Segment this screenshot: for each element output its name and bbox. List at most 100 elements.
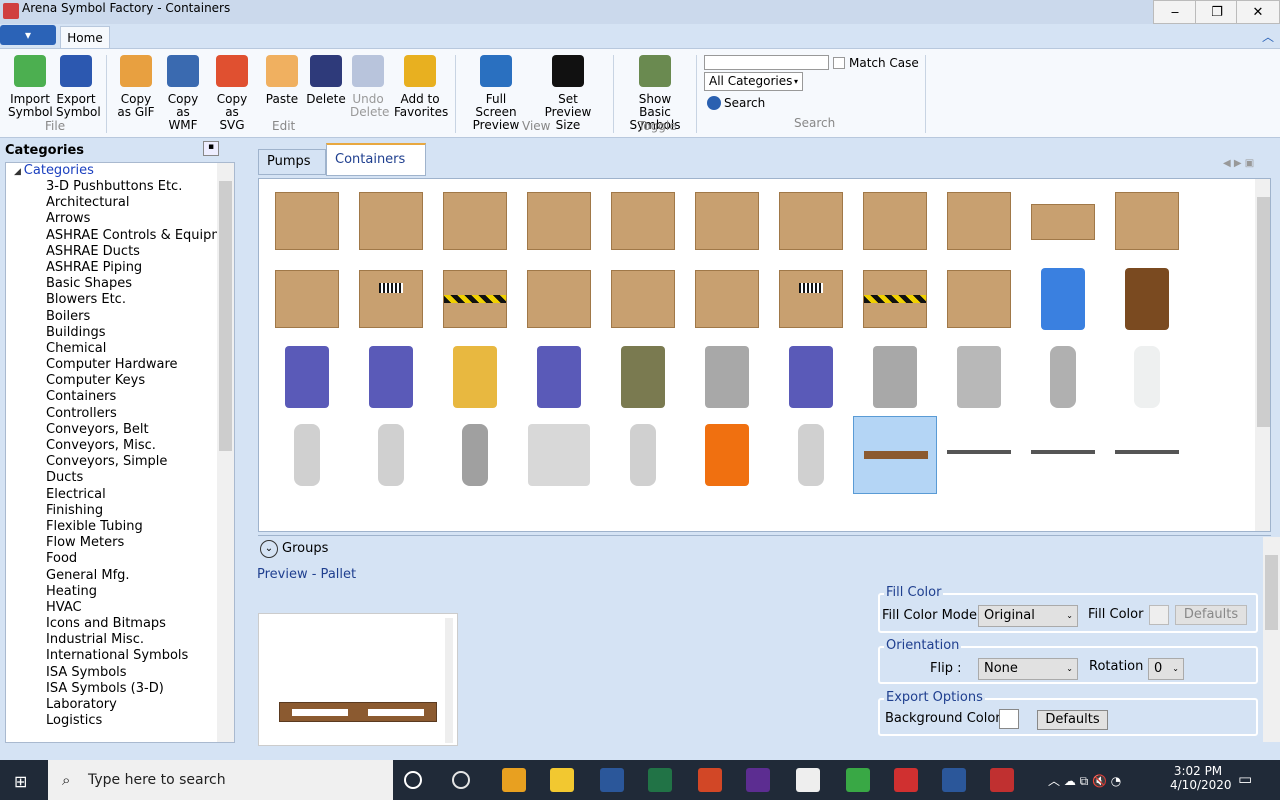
symbol-bottle[interactable] bbox=[349, 416, 433, 494]
sidebar-item[interactable]: ASHRAE Piping bbox=[6, 260, 234, 276]
symbol-box-open[interactable] bbox=[937, 260, 1021, 338]
symbol-box-flat[interactable] bbox=[1021, 182, 1105, 260]
symbol-gray-barrel[interactable] bbox=[853, 338, 937, 416]
sidebar-item[interactable]: Conveyors, Simple bbox=[6, 454, 234, 470]
symbol-box[interactable] bbox=[601, 260, 685, 338]
symbol-box[interactable] bbox=[433, 182, 517, 260]
taskbar-search[interactable]: ⌕ Type here to search bbox=[48, 760, 393, 800]
symbol-gray-barrel[interactable] bbox=[685, 338, 769, 416]
symbol-blue-barrel[interactable] bbox=[517, 338, 601, 416]
sidebar-item[interactable]: Conveyors, Misc. bbox=[6, 438, 234, 454]
sidebar-item[interactable]: 3-D Pushbuttons Etc. bbox=[6, 179, 234, 195]
ribbon-button-5[interactable]: Paste bbox=[262, 55, 302, 106]
sidebar-item[interactable]: Flow Meters bbox=[6, 535, 234, 551]
taskbar-app-icon[interactable] bbox=[600, 768, 624, 792]
minimize-button[interactable]: ‒ bbox=[1153, 0, 1197, 24]
export-defaults-button[interactable]: Defaults bbox=[1037, 710, 1108, 730]
sidebar-item[interactable]: Industrial Misc. bbox=[6, 632, 234, 648]
symbol-crate[interactable] bbox=[265, 182, 349, 260]
sidebar-item[interactable]: Arrows bbox=[6, 211, 234, 227]
symbol-rack[interactable] bbox=[1021, 416, 1105, 494]
sidebar-item[interactable]: Architectural bbox=[6, 195, 234, 211]
taskbar-app-icon[interactable] bbox=[894, 768, 918, 792]
ribbon-button-8[interactable]: Add to Favorites bbox=[394, 55, 448, 119]
taskbar-app-icon[interactable] bbox=[796, 768, 820, 792]
fill-color-swatch[interactable] bbox=[1149, 605, 1169, 625]
fill-defaults-button[interactable]: Defaults bbox=[1175, 605, 1247, 625]
sidebar-item[interactable]: Conveyors, Belt bbox=[6, 422, 234, 438]
sidebar-item[interactable]: Logistics bbox=[6, 713, 234, 729]
taskbar-app-icon[interactable] bbox=[846, 768, 870, 792]
symbol-crate[interactable] bbox=[349, 182, 433, 260]
sidebar-item[interactable]: Computer Keys bbox=[6, 373, 234, 389]
symbol-gray-can[interactable] bbox=[1021, 338, 1105, 416]
symbol-box-open[interactable] bbox=[517, 260, 601, 338]
symbol-glass-bottle[interactable] bbox=[1105, 338, 1189, 416]
sidebar-item[interactable]: Controllers bbox=[6, 406, 234, 422]
symbol-box[interactable] bbox=[265, 260, 349, 338]
ribbon-button-3[interactable]: Copy as WMF bbox=[160, 55, 206, 132]
tree-root[interactable]: Categories bbox=[24, 163, 94, 178]
sidebar-item[interactable]: Blowers Etc. bbox=[6, 292, 234, 308]
symbol-bar[interactable] bbox=[937, 416, 1021, 494]
symbol-blue-barrel[interactable] bbox=[349, 338, 433, 416]
sidebar-item[interactable]: Basic Shapes bbox=[6, 276, 234, 292]
background-color-swatch[interactable] bbox=[999, 709, 1019, 729]
fill-mode-select[interactable]: Original ⌄ bbox=[978, 605, 1078, 627]
sidebar-item[interactable]: Buildings bbox=[6, 325, 234, 341]
pin-icon[interactable]: ▪ bbox=[203, 141, 219, 156]
sidebar-item[interactable]: General Mfg. bbox=[6, 568, 234, 584]
sidebar-item[interactable]: Laboratory bbox=[6, 697, 234, 713]
sidebar-scrollbar[interactable] bbox=[217, 163, 234, 742]
symbol-orange-drum[interactable] bbox=[685, 416, 769, 494]
sidebar-item[interactable]: HVAC bbox=[6, 600, 234, 616]
symbol-pallet-thin[interactable] bbox=[1105, 416, 1189, 494]
symbol-bottle[interactable] bbox=[769, 416, 853, 494]
grid-scrollbar[interactable] bbox=[1255, 179, 1270, 531]
category-select[interactable]: All Categories ▾ bbox=[704, 72, 803, 91]
search-button[interactable]: Search bbox=[724, 96, 765, 110]
symbol-pallet[interactable] bbox=[853, 416, 937, 494]
rotation-select[interactable]: 0 ⌄ bbox=[1148, 658, 1184, 680]
ribbon-button-6[interactable]: Delete bbox=[306, 55, 346, 106]
taskbar-app-icon[interactable] bbox=[942, 768, 966, 792]
taskbar-app-icon[interactable] bbox=[404, 771, 422, 789]
symbol-box[interactable] bbox=[601, 182, 685, 260]
symbol-box[interactable] bbox=[685, 260, 769, 338]
options-scrollbar[interactable] bbox=[1263, 537, 1280, 742]
sidebar-item[interactable]: ASHRAE Controls & Equipment bbox=[6, 228, 234, 244]
sidebar-item[interactable]: Chemical bbox=[6, 341, 234, 357]
tab-containers[interactable]: Containers ✕ bbox=[326, 143, 426, 196]
ribbon-button-2[interactable]: Copy as GIF bbox=[116, 55, 156, 119]
ribbon-button-1[interactable]: Export Symbol bbox=[56, 55, 101, 119]
symbol-box[interactable] bbox=[937, 182, 1021, 260]
symbol-box-hazard[interactable] bbox=[853, 260, 937, 338]
symbol-bottle[interactable] bbox=[265, 416, 349, 494]
collapse-ribbon-icon[interactable]: ︿ bbox=[1262, 28, 1274, 45]
ribbon-button-9[interactable]: Full Screen Preview bbox=[464, 55, 528, 132]
sidebar-item[interactable]: Flexible Tubing bbox=[6, 519, 234, 535]
symbol-box-label[interactable] bbox=[349, 260, 433, 338]
expand-groups-icon[interactable]: ⌄ bbox=[260, 540, 278, 558]
symbol-green-barrel[interactable] bbox=[601, 338, 685, 416]
match-case-checkbox[interactable] bbox=[833, 57, 845, 69]
system-tray-icons[interactable]: ︿ ☁ ⧉ 🔇 ◔ bbox=[1048, 772, 1121, 789]
restore-button[interactable]: ❐ bbox=[1195, 0, 1239, 24]
taskbar-app-icon[interactable] bbox=[648, 768, 672, 792]
sidebar-item[interactable]: Ducts bbox=[6, 470, 234, 486]
symbol-tall-bottle[interactable] bbox=[433, 416, 517, 494]
sidebar-item[interactable]: Computer Hardware bbox=[6, 357, 234, 373]
ribbon-button-7[interactable]: Undo Delete bbox=[350, 55, 389, 119]
sidebar-item[interactable]: Containers bbox=[6, 389, 234, 405]
sidebar-item[interactable]: Boilers bbox=[6, 309, 234, 325]
symbol-box-hazard[interactable] bbox=[433, 260, 517, 338]
symbol-box[interactable] bbox=[1105, 182, 1189, 260]
ribbon-button-0[interactable]: Import Symbol bbox=[8, 55, 53, 119]
app-menu-button[interactable]: ▾ bbox=[0, 25, 56, 45]
symbol-bucket[interactable] bbox=[937, 338, 1021, 416]
taskbar-app-icon[interactable] bbox=[746, 768, 770, 792]
sidebar-item[interactable]: ISA Symbols bbox=[6, 665, 234, 681]
sidebar-item[interactable]: Finishing bbox=[6, 503, 234, 519]
groups-bar[interactable]: ⌄ Groups bbox=[258, 535, 1271, 561]
taskbar-app-icon[interactable] bbox=[502, 768, 526, 792]
